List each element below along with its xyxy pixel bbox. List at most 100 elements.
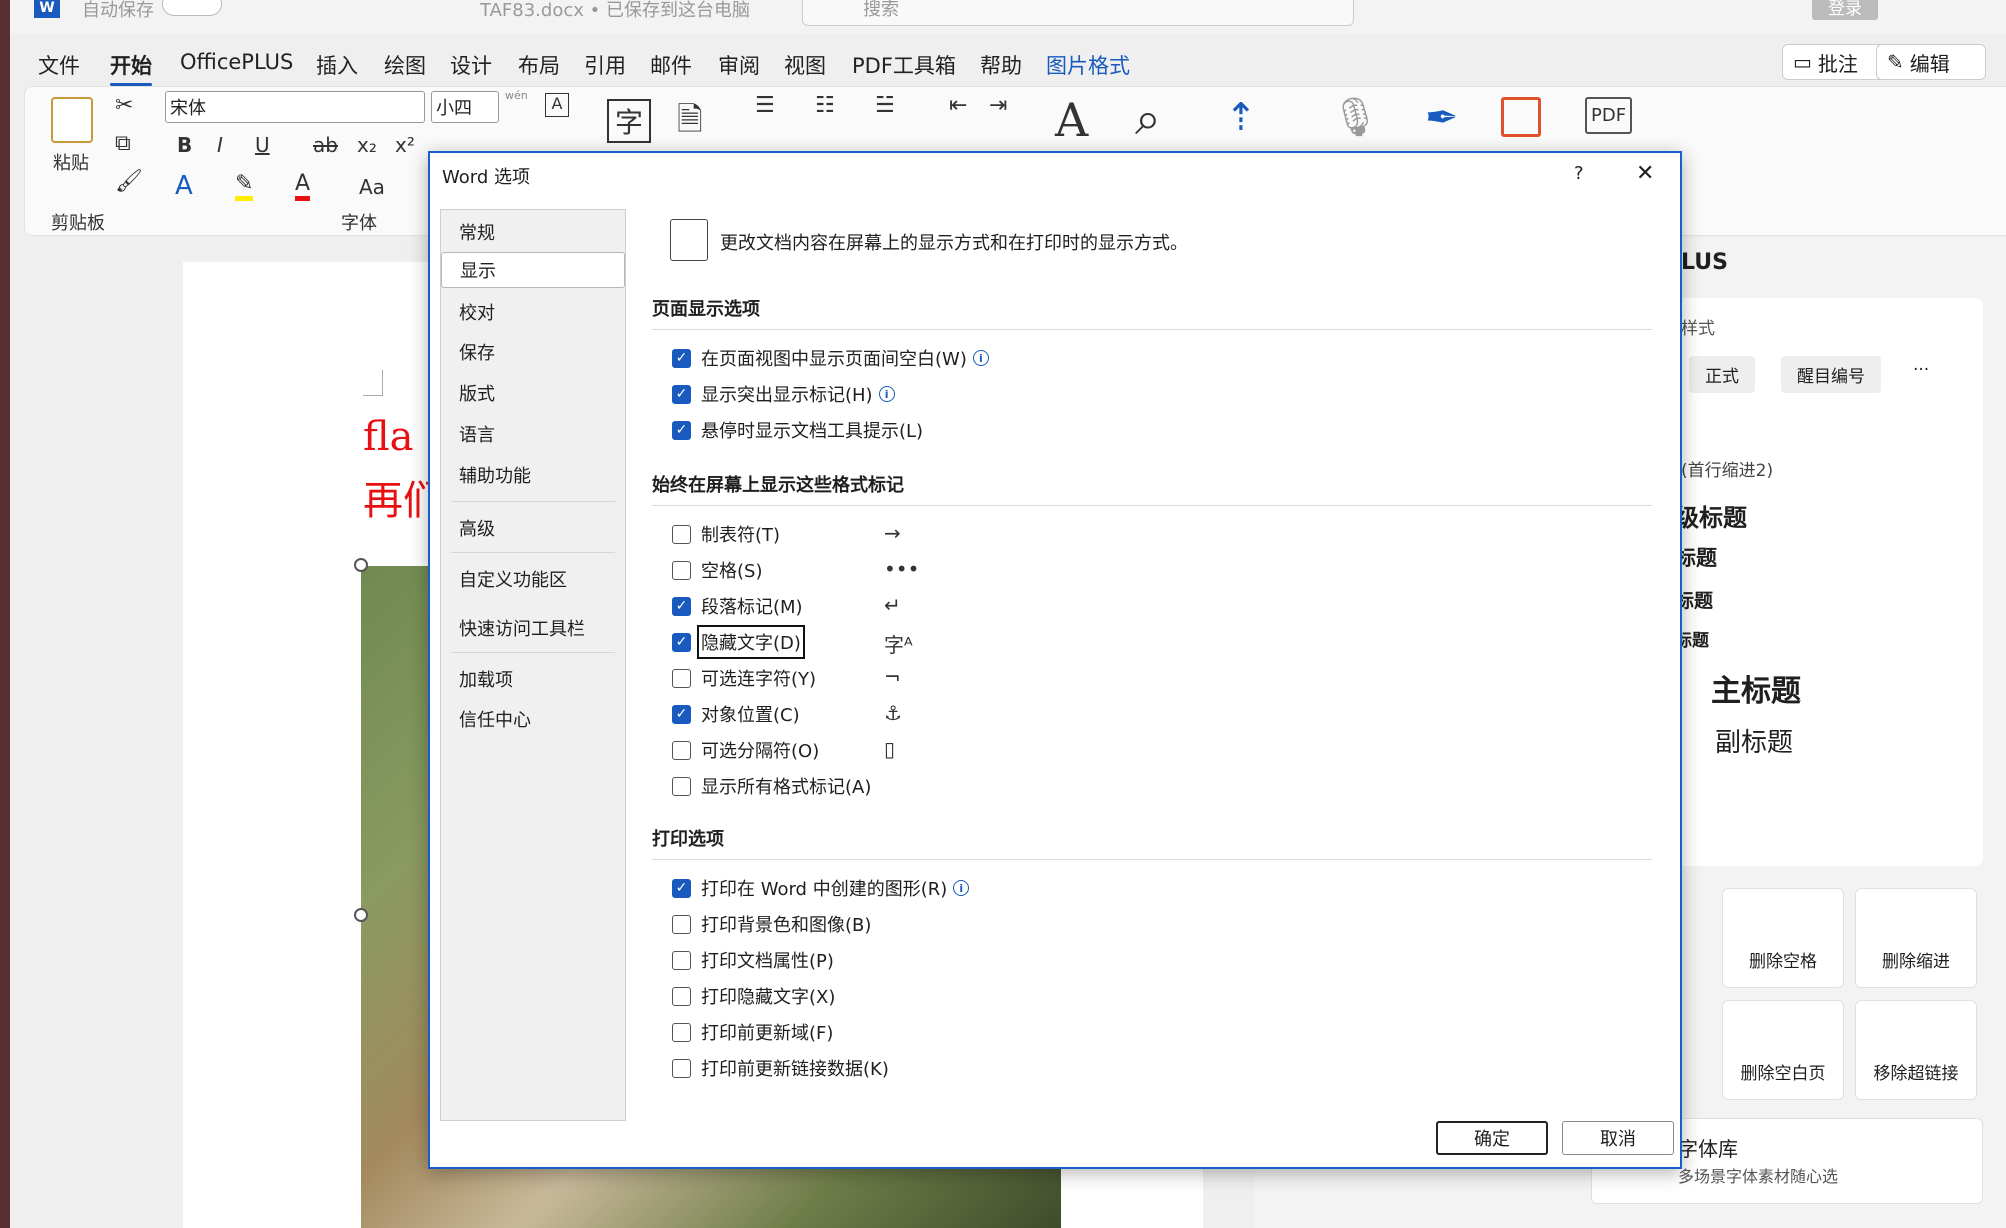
option-label[interactable]: 打印隐藏文字(X): [701, 983, 835, 1009]
cut-icon[interactable]: ✂: [115, 93, 133, 118]
option-row[interactable]: 打印前更新域(F): [672, 1019, 833, 1045]
option-row[interactable]: 制表符(T): [672, 521, 780, 547]
tab-view[interactable]: 视图: [784, 50, 826, 80]
copy-icon[interactable]: ⧉: [115, 131, 131, 156]
pdf-icon[interactable]: PDF: [1585, 97, 1633, 134]
nav-general[interactable]: 常规: [449, 214, 619, 250]
option-label[interactable]: 悬停时显示文档工具提示(L): [701, 417, 923, 443]
addins-grid-icon[interactable]: [1501, 97, 1541, 137]
nav-display[interactable]: 显示: [441, 252, 625, 288]
nav-quick-access-toolbar[interactable]: 快速访问工具栏: [449, 610, 619, 646]
tab-pdf-tools[interactable]: PDF工具箱: [852, 50, 956, 80]
tool-delete-indent[interactable]: 删除缩进: [1855, 888, 1977, 988]
autosave-toggle[interactable]: [162, 0, 222, 16]
edit-button[interactable]: ✎ 编辑: [1876, 44, 1986, 80]
select-icon[interactable]: ⇡: [1225, 95, 1257, 139]
tab-review[interactable]: 审阅: [718, 50, 760, 80]
option-row[interactable]: ✓ 对象位置(C): [672, 701, 800, 727]
option-label[interactable]: 打印前更新链接数据(K): [701, 1055, 889, 1081]
checkbox-unchecked[interactable]: [672, 1058, 691, 1078]
find-icon[interactable]: ⌕: [1135, 91, 1161, 147]
option-label[interactable]: 在页面视图中显示页面间空白(W): [701, 345, 967, 371]
nav-trust-center[interactable]: 信任中心: [449, 701, 619, 737]
tab-help[interactable]: 帮助: [980, 50, 1022, 80]
change-case-icon[interactable]: Aa: [359, 175, 385, 199]
image-resize-handle[interactable]: [354, 908, 368, 922]
tab-references[interactable]: 引用: [584, 50, 626, 80]
checkbox-unchecked[interactable]: [672, 914, 691, 934]
option-row[interactable]: ✓ 段落标记(M): [672, 593, 803, 619]
decrease-indent-icon[interactable]: ⇤: [949, 93, 967, 118]
close-icon[interactable]: ✕: [1636, 161, 1654, 186]
checkbox-unchecked[interactable]: [672, 776, 691, 796]
option-label[interactable]: 可选分隔符(O): [701, 737, 819, 763]
italic-icon[interactable]: I: [217, 133, 223, 157]
option-label[interactable]: 空格(S): [701, 557, 762, 583]
font-color-icon[interactable]: A: [295, 171, 311, 201]
enclose-char-icon[interactable]: A: [545, 93, 569, 117]
style-indent[interactable]: (首行缩进2): [1681, 456, 1773, 481]
tool-delete-spaces[interactable]: 删除空格: [1722, 888, 1844, 988]
image-resize-handle[interactable]: [354, 558, 368, 572]
multilevel-list-icon[interactable]: ☱: [875, 93, 895, 118]
styles-icon[interactable]: A: [1055, 93, 1088, 147]
cancel-button[interactable]: 取消: [1562, 1121, 1674, 1155]
subscript-icon[interactable]: x₂: [357, 133, 377, 157]
checkbox-unchecked[interactable]: [672, 740, 691, 760]
nav-addins[interactable]: 加载项: [449, 661, 619, 697]
option-label[interactable]: 段落标记(M): [701, 593, 803, 619]
tab-officeplus[interactable]: OfficePLUS: [180, 50, 293, 74]
style-tag-formal[interactable]: 正式: [1689, 356, 1755, 393]
bold-icon[interactable]: B: [177, 133, 192, 157]
superscript-icon[interactable]: x²: [395, 133, 415, 157]
checkbox-checked[interactable]: ✓: [672, 596, 691, 616]
info-icon[interactable]: i: [972, 350, 989, 366]
bullets-icon[interactable]: ☰: [755, 93, 775, 118]
numbering-icon[interactable]: ☷: [815, 93, 835, 118]
tab-draw[interactable]: 绘图: [384, 50, 426, 80]
option-row[interactable]: ✓ 悬停时显示文档工具提示(L): [672, 417, 923, 443]
paste-label[interactable]: 粘贴: [53, 149, 89, 175]
underline-icon[interactable]: U: [255, 133, 270, 157]
find-doc-icon[interactable]: 🗎: [677, 97, 703, 151]
tab-mailings[interactable]: 邮件: [650, 50, 692, 80]
highlight-icon[interactable]: ✎: [235, 171, 254, 201]
nav-proofing[interactable]: 校对: [449, 294, 619, 330]
font-size-select[interactable]: 小四: [431, 91, 499, 123]
help-icon[interactable]: ?: [1574, 163, 1584, 184]
option-row[interactable]: 显示所有格式标记(A): [672, 773, 871, 799]
checkbox-unchecked[interactable]: [672, 1022, 691, 1042]
search-input[interactable]: 搜索: [802, 0, 1354, 26]
checkbox-unchecked[interactable]: [672, 524, 691, 544]
nav-customize-ribbon[interactable]: 自定义功能区: [449, 561, 619, 597]
checkbox-checked[interactable]: ✓: [672, 704, 691, 724]
checkbox-checked[interactable]: ✓: [672, 384, 691, 404]
nav-accessibility[interactable]: 辅助功能: [449, 457, 619, 493]
more-icon[interactable]: ···: [1913, 360, 1929, 380]
option-label[interactable]: 打印文档属性(P): [701, 947, 834, 973]
nav-language[interactable]: 语言: [449, 416, 619, 452]
checkbox-checked[interactable]: ✓: [672, 348, 691, 368]
style-sub-title[interactable]: 副标题: [1715, 722, 1793, 759]
option-row[interactable]: 空格(S): [672, 557, 762, 583]
option-row[interactable]: ✓ 在页面视图中显示页面间空白(W) i: [672, 345, 989, 371]
option-label[interactable]: 打印背景色和图像(B): [701, 911, 871, 937]
nav-advanced[interactable]: 高级: [449, 510, 619, 546]
editor-icon[interactable]: ✒: [1425, 95, 1459, 141]
nav-save[interactable]: 保存: [449, 334, 619, 370]
info-icon[interactable]: i: [878, 386, 895, 402]
checkbox-checked[interactable]: ✓: [672, 878, 691, 898]
tool-remove-hyperlink[interactable]: 移除超链接: [1855, 1000, 1977, 1100]
char-style-icon[interactable]: 字: [607, 99, 651, 143]
option-label[interactable]: 显示突出显示标记(H): [701, 381, 873, 407]
checkbox-checked[interactable]: ✓: [672, 420, 691, 440]
option-row[interactable]: 可选分隔符(O): [672, 737, 819, 763]
tab-insert[interactable]: 插入: [316, 50, 358, 80]
style-heading-1[interactable]: 级标题: [1675, 498, 1747, 533]
font-name-select[interactable]: 宋体: [165, 91, 425, 123]
option-label[interactable]: 显示所有格式标记(A): [701, 773, 871, 799]
info-icon[interactable]: i: [953, 880, 970, 896]
tab-design[interactable]: 设计: [450, 50, 492, 80]
tab-layout[interactable]: 布局: [518, 50, 560, 80]
tool-delete-blank-page[interactable]: 删除空白页: [1722, 1000, 1844, 1100]
